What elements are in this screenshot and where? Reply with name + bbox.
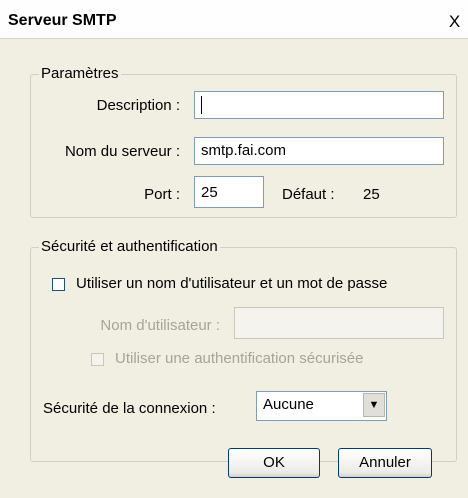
use-auth-checkbox[interactable]	[52, 278, 65, 291]
port-field[interactable]: 25	[194, 176, 264, 208]
default-value: 25	[363, 186, 380, 203]
username-field[interactable]	[234, 307, 444, 339]
close-icon[interactable]: X	[447, 13, 462, 30]
text-cursor	[201, 96, 202, 115]
description-label: Description :	[96, 97, 180, 114]
security-legend: Sécurité et authentification	[39, 238, 220, 255]
cancel-button[interactable]: Annuler	[338, 448, 432, 478]
connection-security-value: Aucune	[263, 396, 314, 413]
title-bar: Serveur SMTP X	[0, 0, 468, 38]
window-title: Serveur SMTP	[8, 12, 117, 29]
connection-security-select[interactable]: Aucune ▼	[256, 391, 387, 421]
parametres-legend: Paramètres	[39, 65, 121, 82]
secure-auth-label: Utiliser une authentification sécurisée	[115, 350, 364, 367]
connection-security-label: Sécurité de la connexion :	[43, 400, 216, 417]
server-label: Nom du serveur :	[64, 143, 180, 160]
secure-auth-checkbox[interactable]	[91, 353, 104, 366]
dialog-body: Paramètres Description : Nom du serveur …	[0, 38, 468, 498]
server-field[interactable]: smtp.fai.com	[194, 137, 444, 165]
port-label: Port :	[144, 186, 180, 203]
chevron-down-icon[interactable]: ▼	[363, 393, 385, 417]
username-label: Nom d'utilisateur :	[100, 317, 220, 334]
ok-button[interactable]: OK	[228, 448, 320, 478]
default-label: Défaut :	[282, 186, 335, 203]
use-auth-label[interactable]: Utiliser un nom d'utilisateur et un mot …	[76, 275, 387, 292]
description-field[interactable]	[194, 91, 444, 119]
